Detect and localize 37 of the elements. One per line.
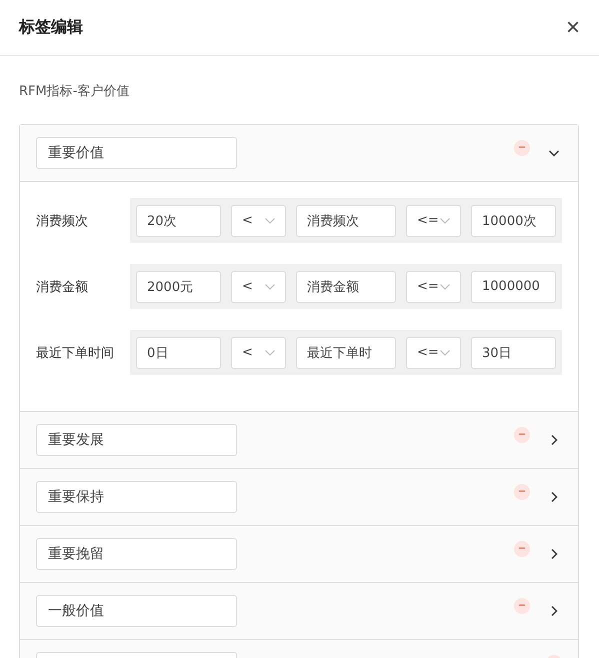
caret-icon — [265, 218, 275, 224]
operator-select[interactable]: < — [231, 204, 286, 236]
remove-icon[interactable] — [514, 541, 530, 557]
rule-label: 消费金额 — [36, 278, 89, 296]
operator-select[interactable]: <= — [406, 270, 461, 302]
operator-select[interactable]: < — [231, 336, 286, 368]
max-field[interactable]: 10000次 — [471, 204, 556, 236]
group-name-field[interactable]: 重要价值 — [36, 137, 237, 169]
metric-field[interactable]: 消费频次 — [296, 204, 396, 236]
operator-select[interactable]: < — [231, 270, 286, 302]
caret-icon — [440, 284, 450, 290]
caret-icon — [265, 284, 275, 290]
dialog-title: 标签编辑 — [19, 17, 83, 38]
group-name-field[interactable]: 重要保持 — [36, 481, 237, 513]
group-name-field[interactable]: 一般价值 — [36, 595, 237, 627]
close-button[interactable]: × — [566, 16, 580, 40]
group-name-field[interactable]: 重要挽留 — [36, 538, 237, 570]
metric-field[interactable]: 消费金额 — [296, 270, 396, 302]
subtitle: RFM指标-客户价值 — [18, 83, 130, 101]
group-name-field[interactable]: 重要发展 — [36, 424, 237, 456]
metric-field[interactable]: 最近下单时 — [296, 336, 396, 368]
rule-label: 消费频次 — [36, 212, 89, 230]
min-field[interactable]: 2000元 — [136, 270, 221, 302]
max-field[interactable]: 1000000 — [471, 270, 556, 302]
remove-icon[interactable] — [514, 427, 530, 443]
min-field[interactable]: 0日 — [136, 336, 221, 368]
caret-icon — [265, 350, 275, 356]
min-field[interactable]: 20次 — [136, 204, 221, 236]
remove-icon[interactable] — [514, 598, 530, 614]
remove-icon[interactable] — [514, 484, 530, 500]
remove-icon[interactable] — [514, 140, 530, 156]
operator-select[interactable]: <= — [406, 204, 461, 236]
max-field[interactable]: 30日 — [471, 336, 556, 368]
operator-select[interactable]: <= — [406, 336, 461, 368]
rule-label: 最近下单时间 — [36, 344, 115, 362]
caret-icon — [440, 350, 450, 356]
caret-icon — [440, 218, 450, 224]
